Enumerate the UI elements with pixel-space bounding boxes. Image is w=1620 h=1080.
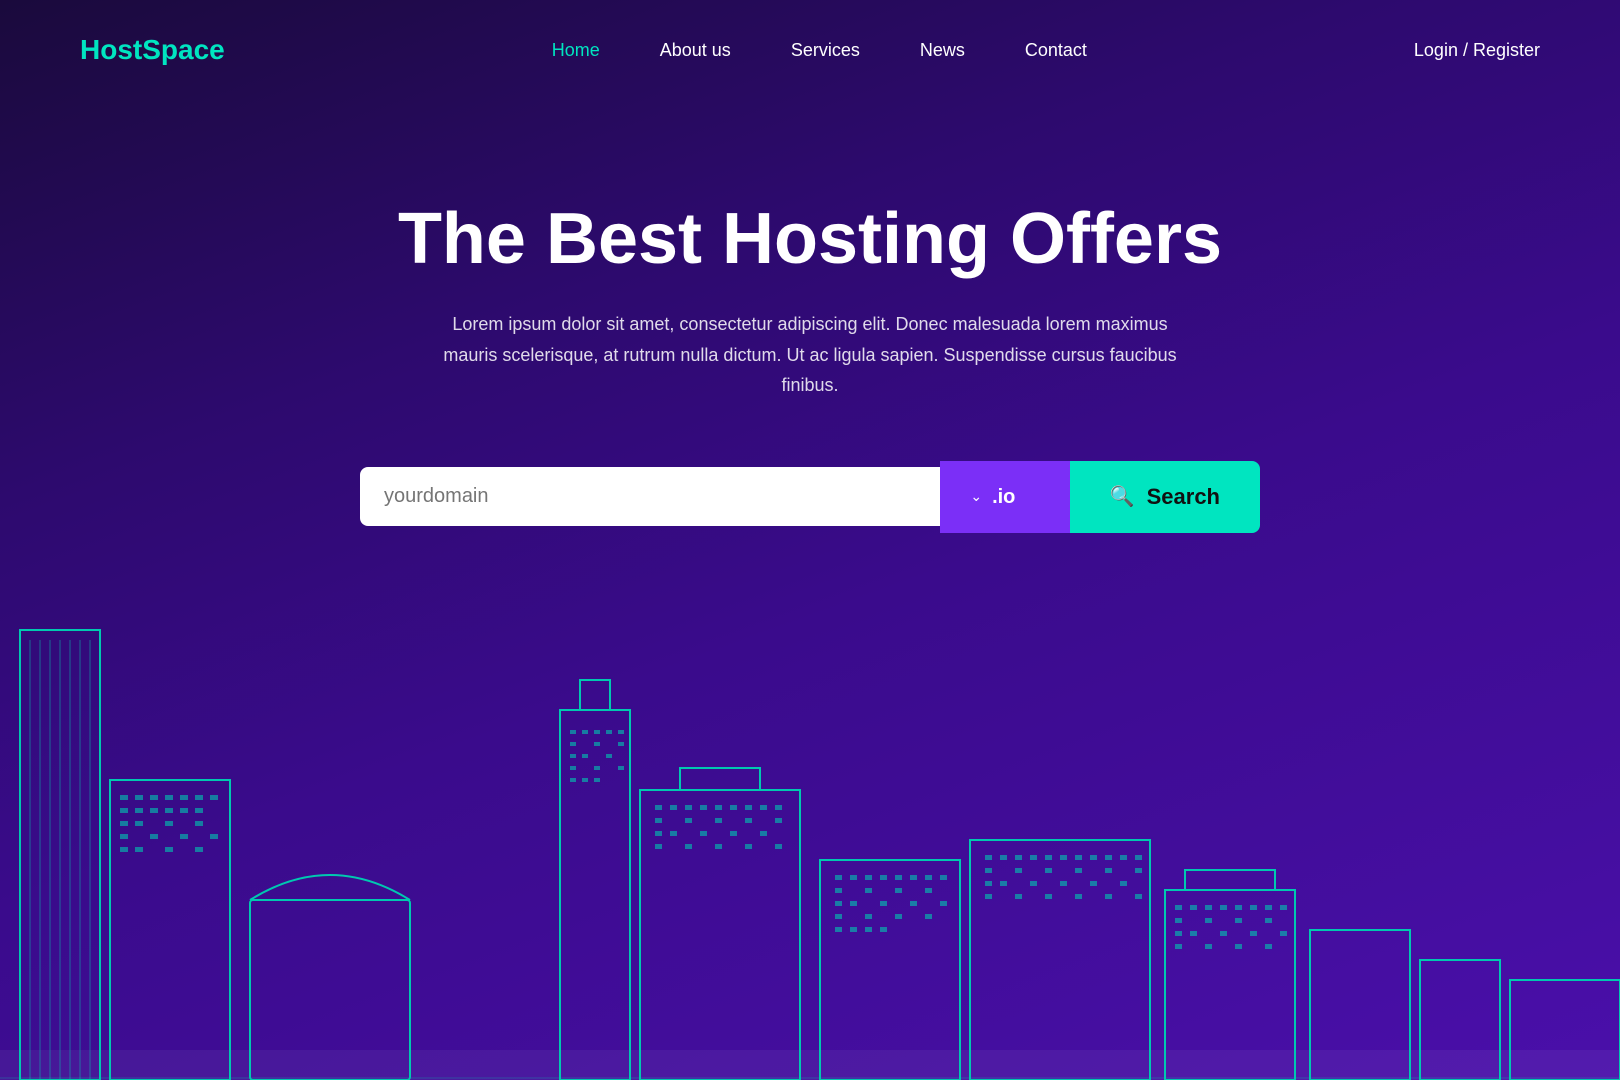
nav-services[interactable]: Services [791, 40, 860, 60]
login-register-button[interactable]: Login / Register [1414, 40, 1540, 61]
search-input-wrapper [360, 467, 940, 526]
domain-extension-selector[interactable]: ⌄ .io .com .net .org [940, 461, 1070, 533]
search-icon: 🔍 [1110, 484, 1135, 509]
search-button-label: Search [1147, 484, 1220, 510]
navbar: HostSpace Home About us Services News Co… [0, 0, 1620, 100]
nav-links: Home About us Services News Contact [552, 40, 1087, 61]
domain-search-input[interactable] [384, 485, 916, 508]
page-wrapper: HostSpace Home About us Services News Co… [0, 0, 1620, 1080]
hero-title: The Best Hosting Offers [0, 200, 1620, 279]
logo-host: Host [80, 34, 142, 65]
chevron-down-icon: ⌄ [970, 488, 982, 505]
search-button[interactable]: 🔍 Search [1070, 461, 1260, 533]
nav-about[interactable]: About us [660, 40, 731, 60]
nav-contact[interactable]: Contact [1025, 40, 1087, 60]
domain-extension-select[interactable]: .io .com .net .org [992, 486, 1039, 508]
nav-news[interactable]: News [920, 40, 965, 60]
cityscape-illustration [0, 580, 1620, 1080]
logo[interactable]: HostSpace [80, 34, 225, 66]
nav-home[interactable]: Home [552, 40, 600, 60]
search-container: ⌄ .io .com .net .org 🔍 Search [360, 461, 1260, 533]
hero-description: Lorem ipsum dolor sit amet, consectetur … [430, 309, 1190, 401]
hero-section: The Best Hosting Offers Lorem ipsum dolo… [0, 100, 1620, 533]
logo-space: Space [142, 34, 225, 65]
